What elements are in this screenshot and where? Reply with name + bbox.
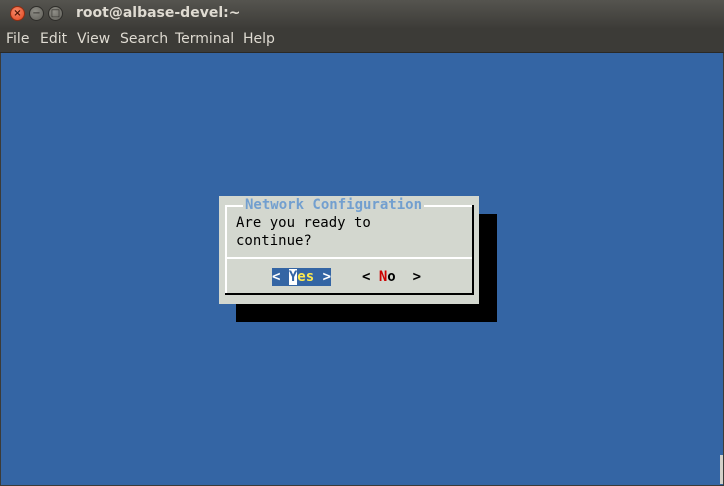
frame-bottom-line [225,293,474,295]
no-button[interactable]: < No > [362,268,421,286]
menu-help[interactable]: Help [243,31,275,47]
dialog-title: Network Configuration [243,197,425,215]
yes-button[interactable]: < Yes > [272,268,332,286]
maximize-icon: □ [50,8,61,19]
network-config-dialog: Network Configuration Are you ready to c… [219,196,479,304]
terminal-window: × − □ root@albase-devel:~ File Edit View… [0,0,724,486]
menu-terminal[interactable]: Terminal [175,31,234,47]
no-button-label: o [387,269,396,285]
dialog-message-line-2: continue? [236,233,312,249]
minimize-window-button[interactable]: − [29,6,44,21]
close-icon: × [13,8,22,19]
no-button-close: > [395,269,422,285]
menu-search[interactable]: Search [120,31,168,47]
title-bar[interactable]: × − □ root@albase-devel:~ [0,0,724,28]
menu-file[interactable]: File [6,31,29,47]
button-separator [227,257,472,259]
dialog-message-line-1: Are you ready to [236,215,371,231]
window-title: root@albase-devel:~ [76,5,241,21]
minimize-icon: − [32,8,41,19]
menu-bar: File Edit View Search Terminal Help [0,28,724,53]
yes-button-close: > [314,269,332,285]
menu-view[interactable]: View [77,31,110,47]
close-window-button[interactable]: × [10,6,25,21]
terminal-scrollbar[interactable] [720,455,723,484]
frame-left-line [225,205,227,295]
maximize-window-button[interactable]: □ [48,6,63,21]
yes-button-label: es [297,269,315,285]
menu-edit[interactable]: Edit [40,31,67,47]
no-button-open: < [362,269,379,285]
frame-right-line [472,205,474,295]
yes-button-open: < [272,269,289,285]
